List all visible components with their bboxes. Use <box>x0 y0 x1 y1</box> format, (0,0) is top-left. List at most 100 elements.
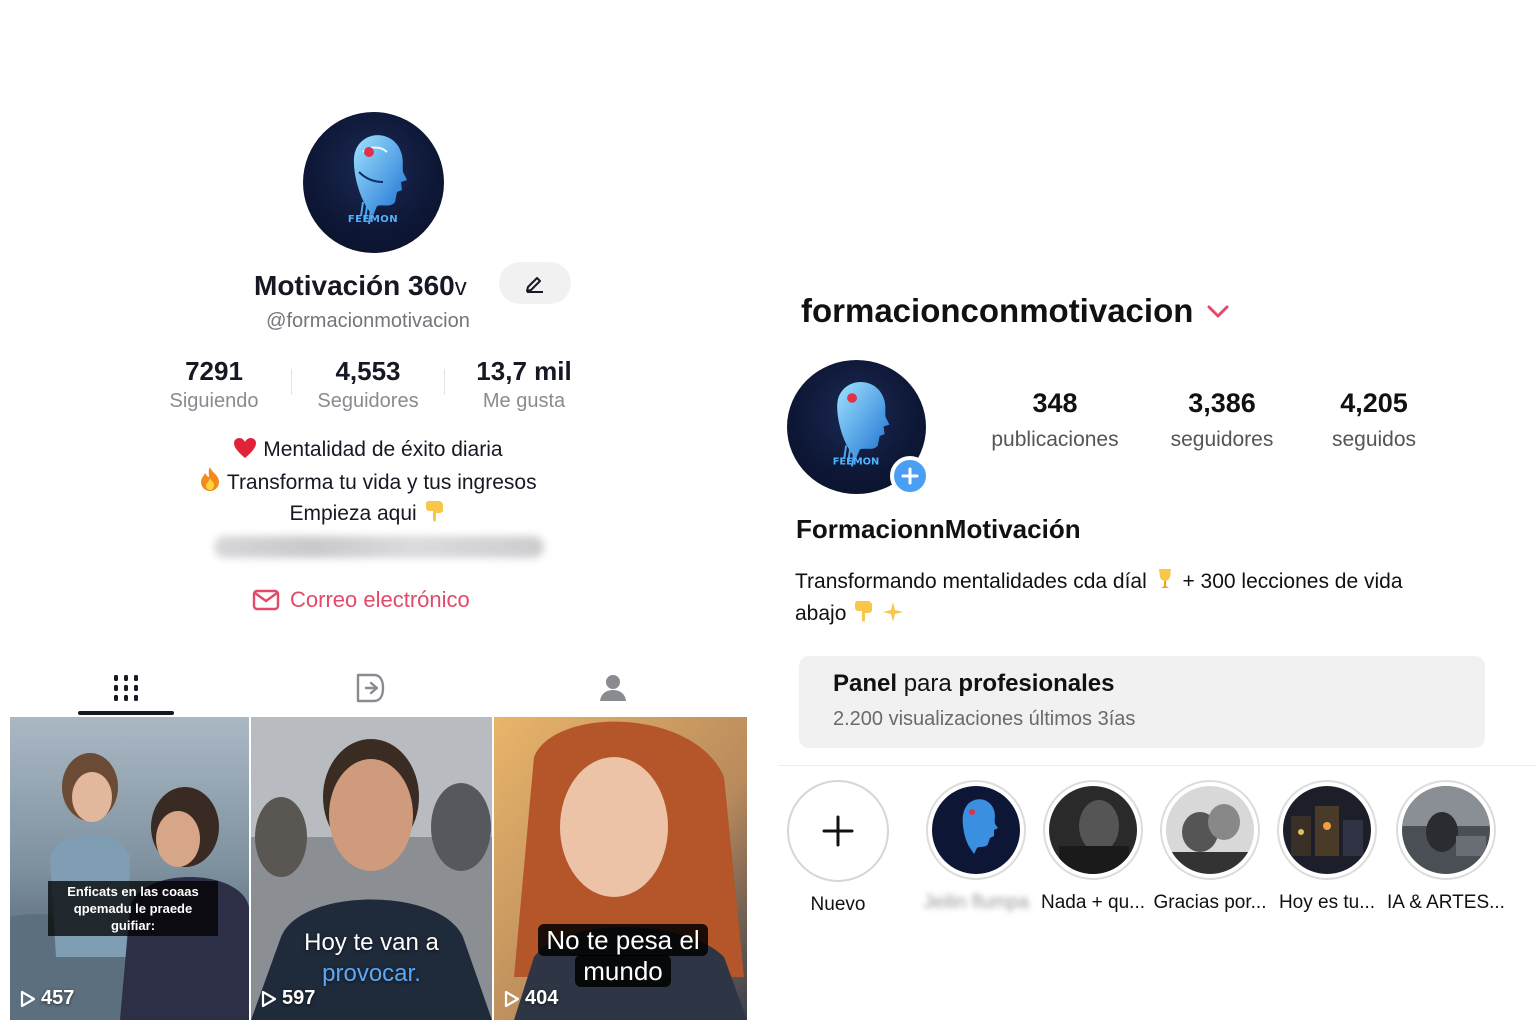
email-button[interactable]: Correo electrónico <box>252 584 470 616</box>
divider <box>778 765 1536 766</box>
instagram-profile: formacionconmotivacion FEEMON 348 public… <box>760 0 1536 1024</box>
stat-value: 7291 <box>185 356 243 386</box>
tiktok-profile: FEEMON Motivación 360v @formacionmotivac… <box>0 0 760 1024</box>
video-caption: No te pesa el mundo <box>530 924 716 987</box>
highlight-new[interactable]: Nuevo <box>778 780 898 916</box>
bio-text: Transformando mentalidades cda díal <box>795 570 1147 593</box>
pointing-down-icon <box>855 601 873 622</box>
highlight-ring <box>1277 780 1377 880</box>
highlight-thumbnail <box>1402 786 1490 874</box>
profile-tabs <box>0 660 750 716</box>
stat-value: 13,7 mil <box>476 356 572 386</box>
sparkle-icon <box>883 602 904 622</box>
stat-label: Me gusta <box>482 390 566 412</box>
bio-text: Mentalidad de éxito diaria <box>263 438 503 461</box>
play-count: 404 <box>504 987 558 1010</box>
stat-value: 348 <box>1032 388 1078 418</box>
video-caption: Enficats en las coaas qpemadu le praede … <box>48 881 218 936</box>
new-highlight-ring <box>787 780 889 882</box>
bio-line-2: Transforma tu vida y tus ingresos <box>0 466 736 499</box>
stat-value: 4,205 <box>1340 388 1408 418</box>
bio-link-blurred[interactable] <box>214 536 544 558</box>
trophy-icon <box>1158 569 1171 588</box>
play-count-value: 457 <box>41 987 75 1009</box>
pointing-down-icon <box>425 501 443 522</box>
caption-line: mundo <box>575 955 671 987</box>
street-photo-thumbnail <box>1402 786 1490 874</box>
dark-photo-thumbnail <box>1049 786 1137 874</box>
play-count-value: 404 <box>525 987 559 1009</box>
profile-handle: @formacionmotivacion <box>266 310 470 332</box>
highlight-label: Gracias por... <box>1153 892 1267 913</box>
edit-profile-button[interactable] <box>499 262 571 304</box>
stat-followers[interactable]: 4,553 Seguidores <box>278 355 458 417</box>
profile-avatar[interactable]: FEEMON <box>303 112 444 253</box>
bw-photo-thumbnail <box>1166 786 1254 874</box>
stat-label: seguidos <box>1331 428 1417 451</box>
play-icon <box>261 990 277 1007</box>
highlight-ring <box>1160 780 1260 880</box>
tab-videos[interactable] <box>76 660 176 716</box>
stat-following[interactable]: 4,205 seguidos <box>1314 384 1434 458</box>
highlight-item[interactable]: Nada + qu... <box>1033 780 1153 914</box>
highlight-ring <box>1396 780 1496 880</box>
stat-label: Seguidores <box>317 390 419 412</box>
chevron-down-icon[interactable] <box>1206 304 1230 320</box>
highlight-item[interactable]: Jeilin flumpa <box>916 780 1036 914</box>
city-night-thumbnail <box>1283 786 1371 874</box>
caption-line: Hoy te van a <box>304 929 439 956</box>
mail-icon <box>252 589 280 611</box>
pencil-icon <box>526 277 543 293</box>
play-icon <box>504 990 520 1007</box>
display-name-text: Motivación 360 <box>254 270 455 301</box>
robot-head-logo-icon: FEEMON <box>348 135 407 225</box>
highlight-item[interactable]: Gracias por... <box>1150 780 1270 914</box>
fire-icon <box>201 467 220 491</box>
highlight-ring <box>1043 780 1143 880</box>
highlight-label: Hoy es tu... <box>1278 892 1376 913</box>
highlight-thumbnail <box>1283 786 1371 874</box>
dashboard-title: Panel para profesionales <box>833 670 1114 698</box>
stat-label: Siguiendo <box>169 390 259 412</box>
professional-dashboard[interactable]: Panel para profesionales 2.200 visualiza… <box>799 656 1485 748</box>
account-switcher-username[interactable]: formacionconmotivacion <box>801 292 1193 330</box>
profile-bio: Transformando mentalidades cda díal + 30… <box>795 565 1495 630</box>
highlight-label: IA & ARTES... <box>1387 892 1505 913</box>
stat-following[interactable]: 7291 Siguiendo <box>150 355 278 417</box>
stat-likes[interactable]: 13,7 mil Me gusta <box>458 355 590 417</box>
highlight-item[interactable]: Hoy es tu... <box>1267 780 1387 914</box>
videos-grid-icon <box>114 675 138 701</box>
profile-stats: 7291 Siguiendo 4,553 Seguidores 13,7 mil… <box>150 355 590 417</box>
video-tile[interactable]: Hoy te van a provocar. 597 <box>251 717 492 1020</box>
play-count: 457 <box>20 987 74 1010</box>
highlight-label: Nuevo <box>810 894 866 915</box>
highlight-thumbnail <box>1166 786 1254 874</box>
highlight-label: Jeilin flumpa <box>923 892 1029 913</box>
tab-profile-tagged[interactable] <box>563 660 663 716</box>
bio-text: + 300 lecciones de vida <box>1182 570 1403 593</box>
bio-text: Transforma tu vida y tus ingresos <box>226 471 537 494</box>
video-tile[interactable]: No te pesa el mundo 404 <box>494 717 747 1020</box>
bio-line-1: Mentalidad de éxito diaria <box>0 434 736 466</box>
tab-reposts[interactable] <box>320 660 420 716</box>
profile-display-name: FormacionnMotivación <box>796 514 1081 544</box>
video-grid: Enficats en las coaas qpemadu le praede … <box>10 717 747 1020</box>
play-icon <box>20 990 36 1007</box>
caption-line-highlight: provocar. <box>322 960 421 987</box>
stat-followers[interactable]: 3,386 seguidores <box>1150 384 1294 458</box>
dashboard-title-mid: para <box>903 670 952 697</box>
caption-line: qpemadu le praede guifiar: <box>73 901 193 933</box>
video-caption: Hoy te van a provocar. <box>251 927 492 989</box>
stat-posts[interactable]: 348 publicaciones <box>970 384 1140 458</box>
dashboard-subtitle: 2.200 visualizaciones últimos 3ías <box>833 708 1136 730</box>
play-count-value: 597 <box>282 987 316 1009</box>
stat-value: 3,386 <box>1188 388 1256 418</box>
video-tile[interactable]: Enficats en las coaas qpemadu le praede … <box>10 717 249 1020</box>
profile-name-row: Motivación 360v <box>0 262 760 312</box>
stat-label: seguidores <box>1170 428 1274 451</box>
add-story-button[interactable] <box>890 456 930 496</box>
video-thumbnail-mother-daughter <box>10 717 249 1020</box>
dashboard-title-bold: Panel <box>833 670 898 697</box>
stat-label: publicaciones <box>991 428 1119 451</box>
highlight-item[interactable]: IA & ARTES... <box>1386 780 1506 914</box>
